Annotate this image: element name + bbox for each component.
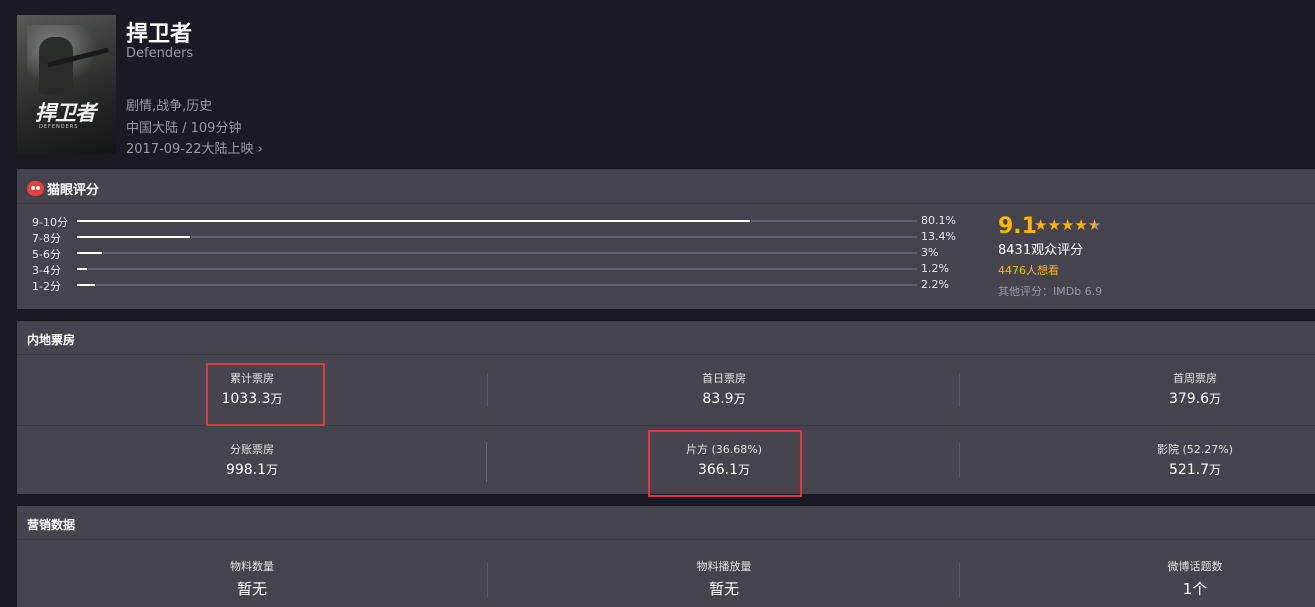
- column-separator: [487, 373, 488, 407]
- marketing-divider: [17, 539, 1315, 540]
- distribution-track: [77, 236, 917, 238]
- distribution-fill: [77, 268, 88, 270]
- other-rating: 其他评分：IMDb 6.9: [998, 285, 1103, 298]
- box-office-panel: 内地票房 累计票房 1033.3万 首日票房 83.9万 首周票房 379.6万…: [17, 321, 1315, 497]
- stat-value: 83.9万: [702, 391, 746, 407]
- distribution-percent: 2.2%: [921, 278, 949, 291]
- star-rating: ★ ★ ★ ★ ★: [1034, 218, 1101, 233]
- stat-weibo-topics: 微博话题数 1个: [1145, 558, 1245, 599]
- rating-section-title: 猫眼评分: [47, 182, 100, 198]
- brace-separator: [486, 442, 487, 482]
- score-value: 9.1: [998, 214, 1037, 239]
- rating-distribution-row: 1-2分 2.2%: [32, 278, 962, 293]
- stat-split-box-office: 分账票房 998.1万: [202, 441, 302, 478]
- star-icon: ★: [1034, 216, 1048, 234]
- stat-label: 影院 (52.27%): [1156, 443, 1234, 456]
- distribution-track: [77, 220, 917, 222]
- movie-english-title: Defenders: [126, 46, 194, 61]
- box-office-section-title: 内地票房: [27, 333, 76, 347]
- distribution-percent: 3%: [921, 246, 939, 259]
- marketing-panel: 营销数据 物料数量 暂无 物料播放量 暂无 微博话题数 1个: [17, 506, 1315, 607]
- stat-cinema-share: 影院 (52.27%) 521.7万: [1145, 441, 1245, 478]
- rating-distribution-row: 9-10分 80.1%: [32, 214, 962, 229]
- maoyan-cat-icon: [27, 180, 44, 196]
- column-separator: [487, 563, 488, 597]
- poster-soldier-figure: [39, 37, 73, 95]
- stat-value: 暂无: [708, 580, 739, 598]
- stat-value: 暂无: [236, 580, 267, 598]
- rating-divider: [17, 203, 1315, 204]
- poster-subtitle-logo: DEFENDERS: [39, 124, 79, 130]
- rating-distribution-row: 7-8分 13.4%: [32, 230, 962, 245]
- movie-title: 捍卫者: [126, 22, 193, 47]
- distribution-percent: 80.1%: [921, 214, 956, 227]
- rating-distribution-row: 5-6分 3%: [32, 246, 962, 261]
- stat-material-plays: 物料播放量 暂无: [674, 558, 774, 599]
- movie-region-duration: 中国大陆 / 109分钟: [126, 121, 242, 136]
- stat-value: 998.1万: [225, 462, 279, 478]
- want-to-see-count[interactable]: 4476人想看: [998, 262, 1059, 278]
- highlight-total-box-office: [206, 363, 325, 426]
- distribution-percent: 13.4%: [921, 230, 956, 243]
- column-separator: [959, 563, 960, 597]
- stat-first-week-box-office: 首周票房 379.6万: [1145, 370, 1245, 407]
- stat-label: 首周票房: [1173, 372, 1217, 385]
- column-separator: [959, 373, 960, 407]
- stat-value: 379.6万: [1168, 391, 1222, 407]
- distribution-track: [77, 284, 917, 286]
- highlight-producer-share: [648, 430, 802, 497]
- stat-value: 521.7万: [1168, 462, 1222, 478]
- distribution-percent: 1.2%: [921, 262, 949, 275]
- stat-label: 物料数量: [230, 560, 274, 573]
- star-icon: ★: [1087, 216, 1102, 234]
- audience-count: 8431观众评分: [998, 243, 1084, 258]
- stat-label: 物料播放量: [696, 560, 752, 573]
- stat-value: 1个: [1182, 580, 1208, 598]
- column-separator: [959, 443, 960, 477]
- stat-label: 微博话题数: [1167, 560, 1223, 573]
- distribution-label: 3-4分: [32, 264, 61, 277]
- stat-label: 首日票房: [702, 372, 746, 385]
- movie-genres: 剧情,战争,历史: [126, 99, 213, 114]
- box-office-divider-top: [17, 354, 1315, 355]
- distribution-label: 1-2分: [32, 280, 61, 293]
- stat-label: 分账票房: [230, 443, 274, 456]
- stat-first-day-box-office: 首日票房 83.9万: [674, 370, 774, 407]
- distribution-fill: [77, 236, 190, 238]
- score-summary: 9.1 ★ ★ ★ ★ ★ 8431观众评分 4476人想看 其他评分：IMDb 6.9: [998, 214, 1198, 304]
- rating-distribution-row: 3-4分 1.2%: [32, 262, 962, 277]
- star-icon: ★: [1074, 216, 1088, 234]
- distribution-label: 7-8分: [32, 232, 61, 245]
- star-icon: ★: [1047, 216, 1061, 234]
- movie-header: 捍卫者 DEFENDERS 捍卫者 Defenders 剧情,战争,历史 中国大…: [0, 0, 1315, 160]
- stat-material-count: 物料数量 暂无: [202, 558, 302, 599]
- poster-title-logo: 捍卫者: [35, 100, 96, 125]
- rating-panel: 猫眼评分 9-10分 80.1% 7-8分 13.4% 5-6分 3% 3-4分 1.2% 1-…: [17, 169, 1315, 309]
- star-icon: ★: [1060, 216, 1075, 234]
- movie-poster[interactable]: 捍卫者 DEFENDERS: [17, 15, 116, 154]
- marketing-section-title: 营销数据: [27, 518, 76, 532]
- movie-release-link[interactable]: 2017-09-22大陆上映 ›: [126, 138, 263, 157]
- distribution-fill: [77, 220, 750, 222]
- distribution-track: [77, 268, 917, 270]
- distribution-fill: [77, 284, 96, 286]
- distribution-track: [77, 252, 917, 254]
- distribution-label: 9-10分: [32, 216, 68, 229]
- rating-header: 猫眼评分: [27, 178, 99, 198]
- distribution-label: 5-6分: [32, 248, 61, 261]
- distribution-fill: [77, 252, 103, 254]
